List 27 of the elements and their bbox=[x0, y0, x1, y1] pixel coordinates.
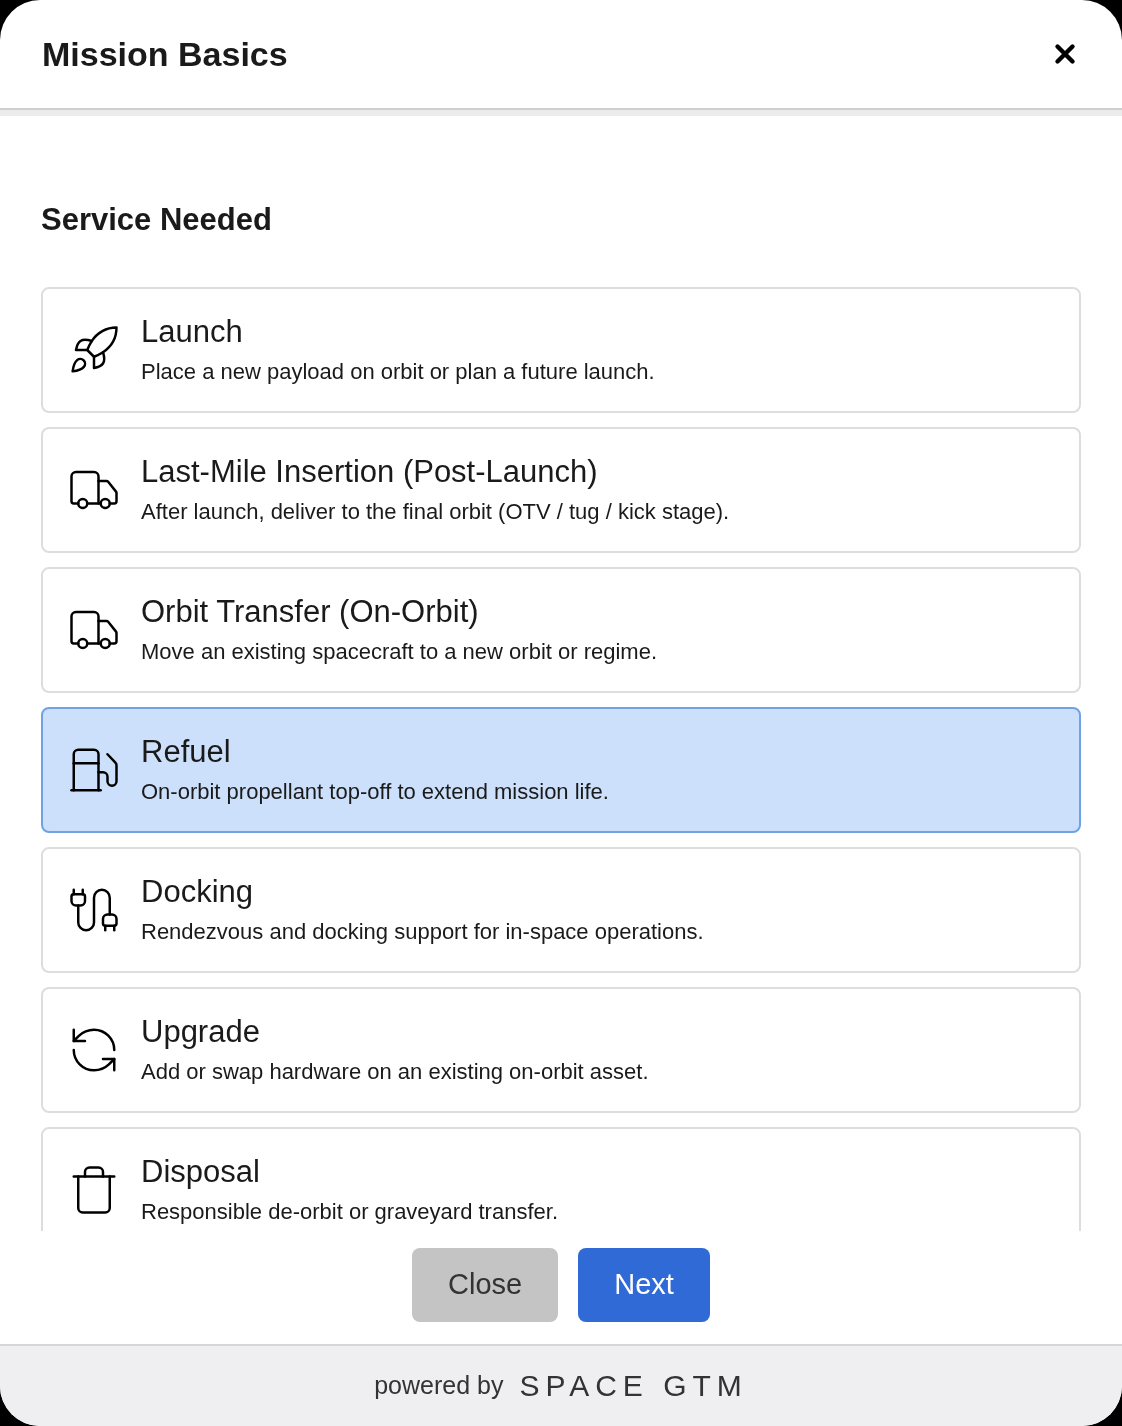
service-option-card[interactable]: Orbit Transfer (On-Orbit) Move an existing spacecraft to a new orbit or regime. bbox=[41, 567, 1081, 693]
brand-logo: SPACE GTM bbox=[519, 1371, 748, 1401]
service-option-card[interactable]: Upgrade Add or swap hardware on an existing on-orbit asset. bbox=[41, 987, 1081, 1113]
service-option-card[interactable]: Launch Place a new payload on orbit or plan a future launch. bbox=[41, 287, 1081, 413]
option-title: Disposal bbox=[141, 1154, 261, 1190]
option-title: Orbit Transfer (On-Orbit) bbox=[141, 594, 480, 630]
option-description: Add or swap hardware on an existing on-orbit asset. bbox=[141, 1058, 649, 1086]
powered-by-text: powered by bbox=[374, 1370, 504, 1402]
option-description: Responsible de-orbit or graveyard transfer. bbox=[141, 1198, 558, 1226]
service-option-card[interactable]: Last-Mile Insertion (Post-Launch) After launch, deliver to the final orbit (OTV / tug / kick stage). bbox=[41, 427, 1081, 553]
option-description: Rendezvous and docking support for in-space operations. bbox=[141, 918, 704, 946]
service-option-card[interactable]: Disposal Responsible de-orbit or graveyard transfer. bbox=[41, 1127, 1081, 1231]
close-button[interactable]: Close bbox=[412, 1247, 559, 1322]
option-title: Launch bbox=[141, 314, 244, 350]
dialog-title: Mission Basics bbox=[42, 33, 288, 75]
option-title: Docking bbox=[141, 874, 254, 910]
option-title: Upgrade bbox=[141, 1014, 261, 1050]
option-description: Move an existing spacecraft to a new orbit or regime. bbox=[141, 638, 658, 666]
option-description: After launch, deliver to the final orbit (OTV / tug / kick stage). bbox=[141, 498, 730, 526]
service-option-card[interactable]: Refuel On-orbit propellant top-off to extend mission life. bbox=[41, 707, 1081, 833]
option-title: Refuel bbox=[141, 734, 232, 770]
option-description: Place a new payload on orbit or plan a future launch. bbox=[141, 358, 655, 386]
option-title: Last-Mile Insertion (Post-Launch) bbox=[141, 454, 599, 490]
service-option-card[interactable]: Docking Rendezvous and docking support for in-space operations. bbox=[41, 847, 1081, 973]
option-description: On-orbit propellant top-off to extend mission life. bbox=[141, 778, 609, 806]
next-button[interactable]: Next bbox=[578, 1247, 710, 1322]
section-title: Service Needed bbox=[41, 202, 273, 238]
